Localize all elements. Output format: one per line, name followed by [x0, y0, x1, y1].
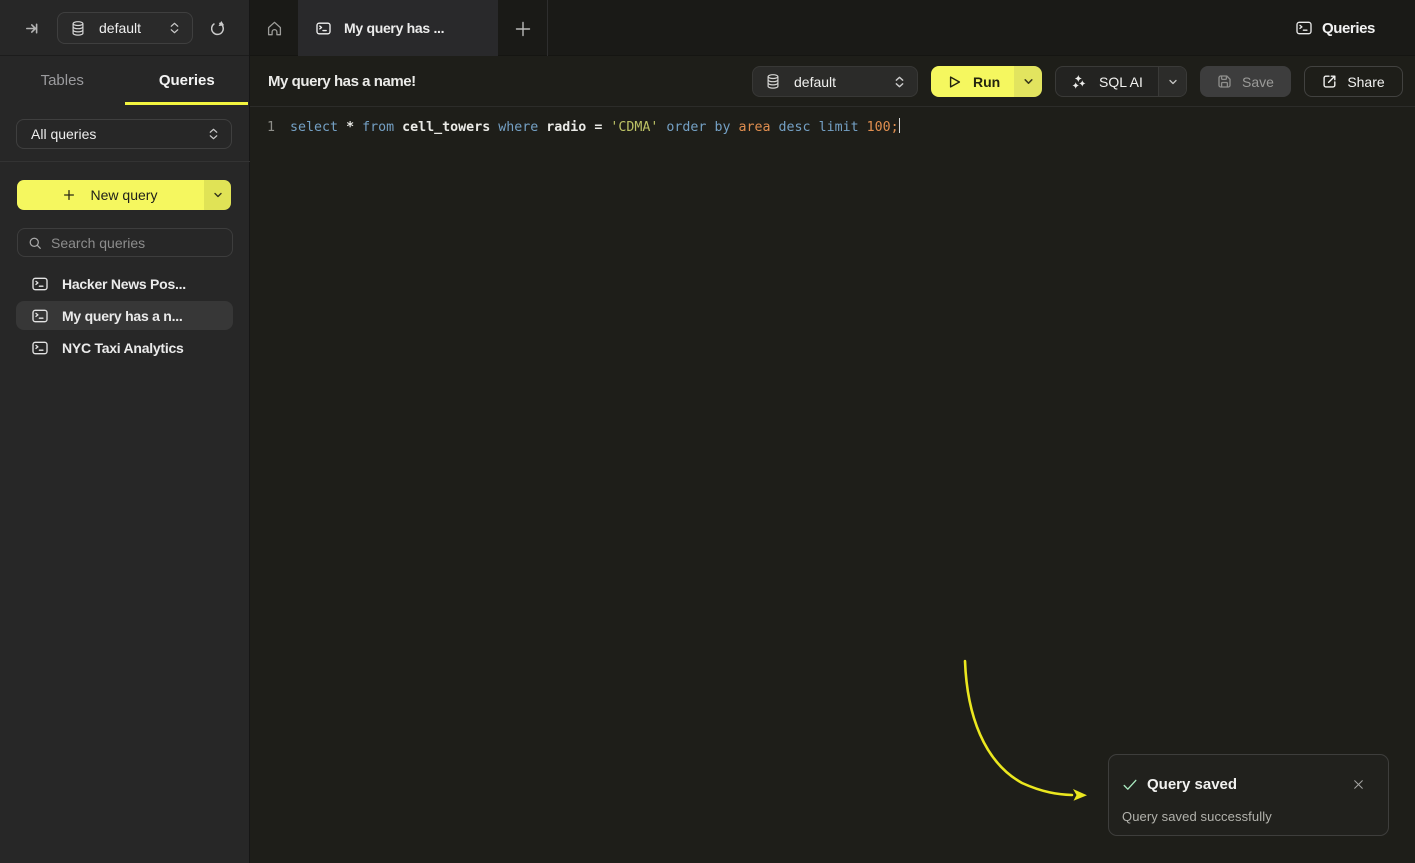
sql-ai-dropdown[interactable] — [1158, 67, 1186, 96]
check-icon — [1123, 779, 1137, 791]
chevron-updown-icon — [894, 75, 905, 89]
new-tab-icon[interactable] — [515, 21, 530, 36]
query-title: My query has a name! — [268, 73, 416, 90]
toolbar: default Run — [752, 66, 1403, 97]
code-line-1[interactable]: 1 select * from cell_towers where radio … — [250, 118, 1415, 138]
query-name: My query has a n... — [62, 308, 183, 324]
editor-header: My query has a name! default — [250, 56, 1415, 107]
queries-filter-select[interactable]: All queries — [16, 119, 232, 149]
share-label: Share — [1347, 74, 1384, 90]
chevron-updown-icon — [169, 21, 180, 35]
toast-header: Query saved — [1123, 776, 1237, 793]
new-query-label: New query — [91, 187, 158, 203]
text-caret — [899, 118, 901, 133]
terminal-icon — [32, 341, 48, 355]
panel-title: Queries — [1296, 0, 1375, 56]
run-label: Run — [973, 74, 1000, 90]
search-queries-input[interactable] — [51, 235, 222, 251]
tab-tables-label: Tables — [41, 72, 84, 89]
sidebar-tabs: Tables Queries — [0, 56, 249, 105]
new-query-button[interactable]: New query — [17, 180, 231, 210]
search-queries-box — [17, 228, 233, 257]
run-button-main[interactable]: Run — [931, 66, 1014, 97]
terminal-icon — [1296, 21, 1312, 35]
terminal-icon — [32, 309, 48, 323]
share-icon — [1322, 74, 1337, 89]
sidebar: default Tables Queries All queries — [0, 0, 250, 863]
tab-tables[interactable]: Tables — [0, 56, 125, 105]
toolbar-database-selector[interactable]: default — [752, 66, 918, 97]
code-line-tokens: select * from cell_towers where radio = … — [290, 118, 899, 138]
query-name: Hacker News Pos... — [62, 276, 186, 292]
close-icon[interactable] — [1354, 780, 1364, 790]
collapse-sidebar-icon[interactable] — [24, 20, 41, 37]
refresh-icon[interactable] — [211, 21, 225, 35]
query-list: Hacker News Pos... My query has a n... — [16, 269, 233, 365]
sql-ai-label: SQL AI — [1099, 74, 1143, 90]
run-button[interactable]: Run — [931, 66, 1042, 97]
home-icon[interactable] — [267, 21, 281, 35]
tab-queries-label: Queries — [159, 72, 215, 89]
tabbar-divider — [547, 0, 548, 56]
sparkles-icon — [1072, 74, 1086, 90]
tab-queries[interactable]: Queries — [125, 56, 250, 105]
terminal-icon — [32, 277, 48, 291]
main-area: My query has ... Queries My query has a … — [250, 0, 1415, 863]
database-icon — [767, 74, 779, 89]
sql-editor[interactable]: 1 select * from cell_towers where radio … — [250, 107, 1415, 138]
sidebar-divider — [0, 161, 250, 162]
database-icon — [72, 21, 84, 36]
tab-bar: My query has ... Queries — [250, 0, 1415, 56]
save-icon — [1217, 74, 1232, 89]
toast-query-saved: Query saved Query saved successfully — [1108, 754, 1389, 836]
queries-filter-value: All queries — [31, 126, 96, 142]
query-list-item[interactable]: NYC Taxi Analytics — [16, 333, 233, 362]
query-name: NYC Taxi Analytics — [62, 340, 184, 356]
save-label: Save — [1242, 74, 1274, 90]
sidebar-top-bar: default — [0, 0, 249, 56]
save-button[interactable]: Save — [1200, 66, 1291, 97]
line-number: 1 — [250, 118, 290, 138]
run-dropdown[interactable] — [1014, 66, 1042, 97]
tab-label: My query has ... — [344, 20, 444, 36]
play-icon — [948, 75, 961, 89]
toast-message: Query saved successfully — [1122, 809, 1272, 824]
query-list-item[interactable]: Hacker News Pos... — [16, 269, 233, 298]
panel-title-label: Queries — [1322, 20, 1375, 37]
share-button[interactable]: Share — [1304, 66, 1403, 97]
new-query-main[interactable]: New query — [17, 180, 204, 210]
query-list-item-selected[interactable]: My query has a n... — [16, 301, 233, 330]
plus-icon — [64, 190, 74, 200]
sidebar-database-selector[interactable]: default — [57, 12, 193, 44]
chevron-updown-icon — [208, 127, 219, 141]
terminal-icon — [316, 22, 331, 35]
new-query-dropdown[interactable] — [204, 180, 231, 210]
toast-title: Query saved — [1147, 776, 1237, 793]
sql-ai-main[interactable]: SQL AI — [1056, 67, 1158, 96]
database-name: default — [99, 20, 141, 36]
search-icon — [29, 237, 41, 249]
tab-active[interactable]: My query has ... — [298, 0, 498, 56]
sql-ai-button[interactable]: SQL AI — [1055, 66, 1187, 97]
toolbar-database-name: default — [794, 74, 836, 90]
